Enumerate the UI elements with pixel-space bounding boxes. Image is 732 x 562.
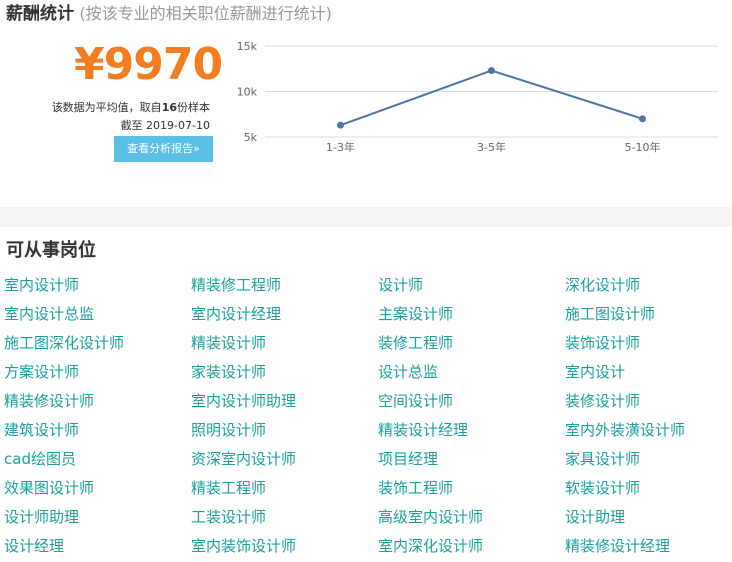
job-link[interactable]: 精装修工程师: [191, 275, 281, 295]
job-link[interactable]: 室内外装潢设计师: [565, 420, 685, 440]
x-tick-label: 5-10年: [625, 140, 661, 154]
job-link[interactable]: 装修工程师: [378, 333, 453, 353]
job-link[interactable]: cad绘图员: [4, 449, 76, 469]
job-link[interactable]: 方案设计师: [4, 362, 79, 382]
job-link[interactable]: 主案设计师: [378, 304, 453, 324]
job-link[interactable]: 室内设计: [565, 362, 625, 382]
data-point: [639, 115, 646, 123]
job-link[interactable]: 建筑设计师: [4, 420, 79, 440]
section-divider: [0, 207, 732, 227]
salary-section-title: 薪酬统计 (按该专业的相关职位薪酬进行统计): [6, 3, 332, 25]
job-link[interactable]: 空间设计师: [378, 391, 453, 411]
job-link[interactable]: 深化设计师: [565, 275, 640, 295]
data-date: 截至 2019-07-10: [120, 119, 210, 132]
job-link[interactable]: 室内装饰设计师: [191, 536, 296, 556]
job-link[interactable]: 资深室内设计师: [191, 449, 296, 469]
job-link[interactable]: 家装设计师: [191, 362, 266, 382]
job-link[interactable]: 效果图设计师: [4, 478, 94, 498]
job-link[interactable]: 室内设计师助理: [191, 391, 296, 411]
job-link[interactable]: 高级室内设计师: [378, 507, 483, 527]
x-tick-label: 1-3年: [326, 140, 355, 154]
sample-note-suffix: 份样本: [177, 101, 210, 114]
job-link[interactable]: 装修设计师: [565, 391, 640, 411]
job-link[interactable]: 施工图深化设计师: [4, 333, 124, 353]
salary-title: 薪酬统计: [6, 4, 74, 24]
salary-line-chart: 5k 10k 15k 1-3年 3-5年 5-10年: [237, 40, 718, 154]
salary-subtitle: (按该专业的相关职位薪酬进行统计): [79, 4, 332, 23]
job-link[interactable]: 室内设计师: [4, 275, 79, 295]
data-point: [488, 67, 495, 75]
job-link[interactable]: 软装设计师: [565, 478, 640, 498]
job-link[interactable]: 室内设计总监: [4, 304, 94, 324]
job-link[interactable]: 室内设计经理: [191, 304, 281, 324]
job-link[interactable]: 项目经理: [378, 449, 438, 469]
job-link[interactable]: 家具设计师: [565, 449, 640, 469]
job-link[interactable]: 施工图设计师: [565, 304, 655, 324]
y-tick-label: 5k: [244, 131, 258, 144]
jobs-section: 可从事岗位 室内设计师 精装修工程师 设计师 深化设计师室内设计总监 室内设计经理 主案设…: [0, 227, 732, 562]
job-link[interactable]: 设计师: [378, 275, 423, 295]
job-link[interactable]: 精装修设计师: [4, 391, 94, 411]
job-link[interactable]: 装饰工程师: [378, 478, 453, 498]
series-line: [340, 69, 643, 127]
view-report-button[interactable]: 查看分析报告»: [114, 136, 213, 162]
average-salary-value: ¥9970: [74, 39, 223, 90]
job-link[interactable]: 照明设计师: [191, 420, 266, 440]
sample-note-prefix: 该数据为平均值，取自: [51, 101, 162, 114]
job-link[interactable]: 精装设计经理: [378, 420, 468, 440]
sample-note: 该数据为平均值，取自16份样本: [0, 100, 210, 116]
job-link[interactable]: 装饰设计师: [565, 333, 640, 353]
job-link[interactable]: 设计助理: [565, 507, 625, 527]
x-tick-label: 3-5年: [477, 140, 506, 154]
y-tick-label: 10k: [237, 86, 258, 99]
sample-count: 16: [161, 101, 177, 114]
jobs-title: 可从事岗位: [6, 240, 96, 261]
job-link[interactable]: 设计师助理: [4, 507, 79, 527]
y-tick-label: 15k: [237, 40, 258, 53]
salary-section: 薪酬统计 (按该专业的相关职位薪酬进行统计) ¥9970 该数据为平均值，取自1…: [0, 0, 732, 207]
job-link[interactable]: 精装工程师: [191, 478, 266, 498]
job-link[interactable]: 工装设计师: [191, 507, 266, 527]
data-point: [337, 121, 344, 129]
job-link[interactable]: 精装修设计经理: [565, 536, 670, 556]
job-link[interactable]: 精装设计师: [191, 333, 266, 353]
job-link[interactable]: 设计总监: [378, 362, 438, 382]
job-link[interactable]: 室内深化设计师: [378, 536, 483, 556]
job-link[interactable]: 设计经理: [4, 536, 64, 556]
